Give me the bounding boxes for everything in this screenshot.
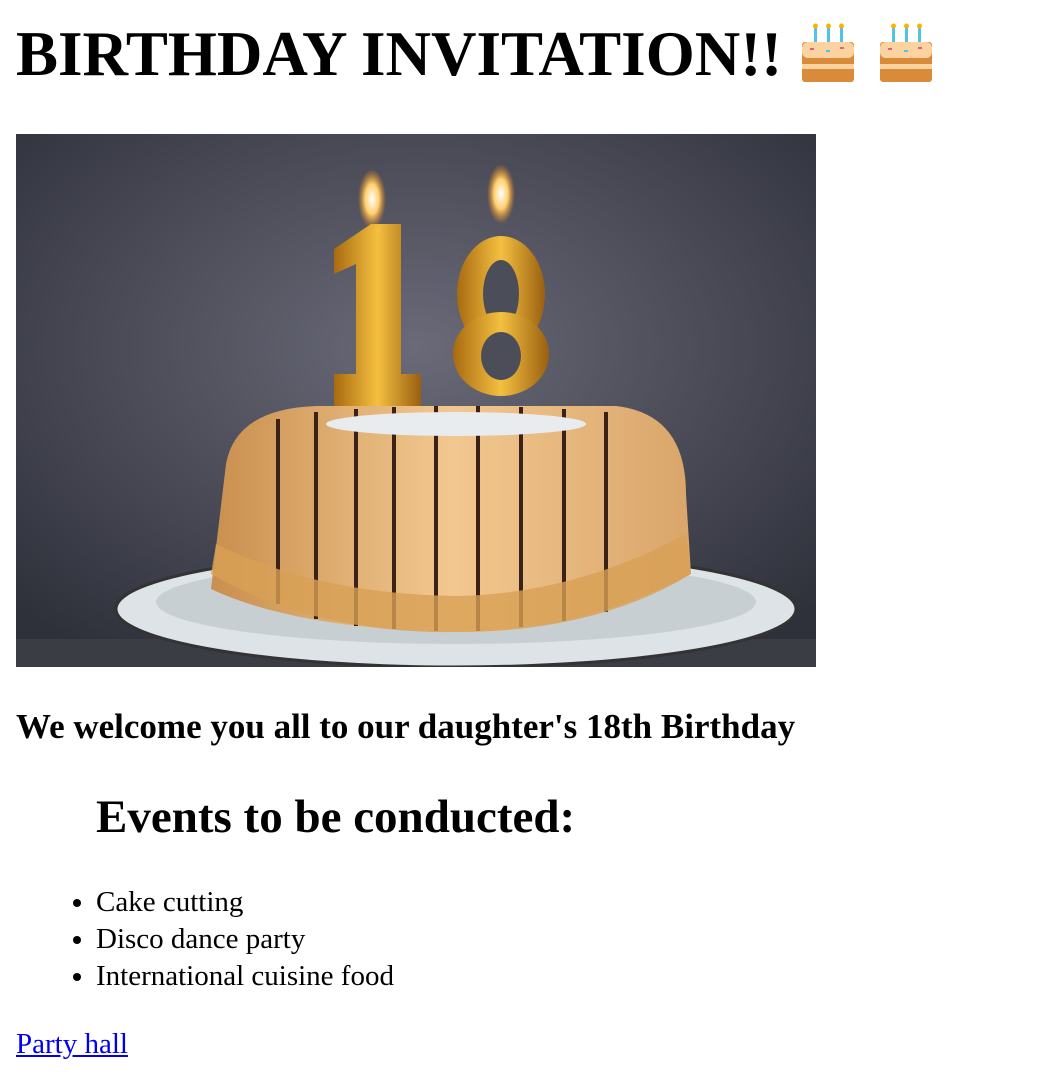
title-text: BIRTHDAY INVITATION!! [16, 19, 783, 89]
party-hall-link[interactable]: Party hall [16, 1026, 128, 1063]
events-heading: Events to be conducted: [96, 791, 576, 843]
birthday-cake-photo [16, 134, 816, 667]
list-item: Cake cutting [96, 884, 394, 921]
list-item: Disco dance party [96, 921, 394, 958]
events-list: Cake cutting Disco dance party Internati… [0, 884, 394, 995]
list-item: International cuisine food [96, 958, 394, 995]
birthday-cake-icon [802, 23, 855, 82]
welcome-heading: We welcome you all to our daughter's 18t… [16, 707, 796, 746]
page-title: BIRTHDAY INVITATION!! [16, 18, 938, 90]
birthday-cake-icon [880, 23, 933, 82]
